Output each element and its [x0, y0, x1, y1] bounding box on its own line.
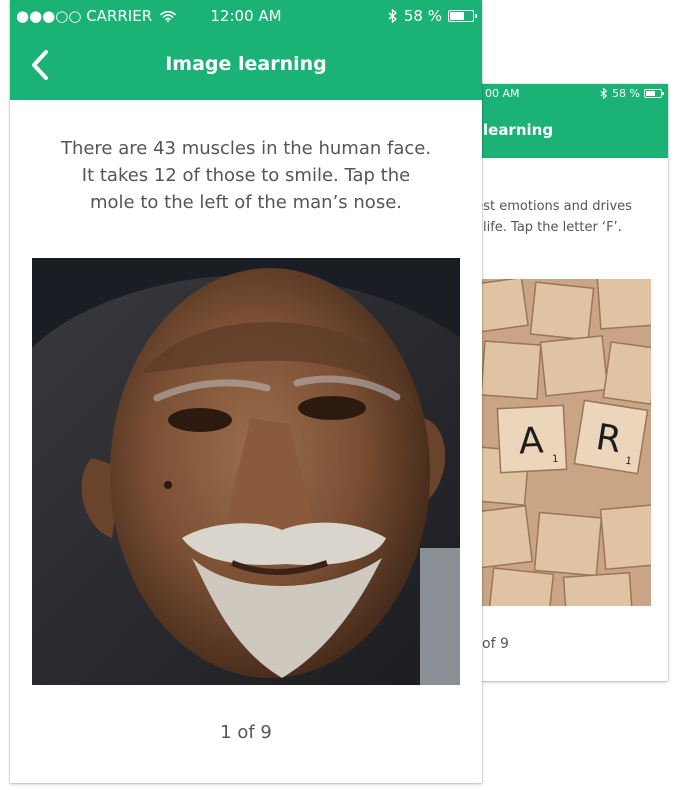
bluetooth-icon	[600, 88, 608, 99]
page-title: learning	[483, 121, 554, 139]
page-counter: of 9	[482, 636, 509, 652]
nav-bar: Image learning	[10, 34, 482, 100]
page-counter: 1 of 9	[220, 722, 272, 743]
bluetooth-icon	[388, 9, 397, 23]
prompt-text: gest emotions and drives in life. Tap th…	[467, 199, 632, 235]
prompt-text: There are 43 muscles in the human face. …	[60, 138, 432, 213]
front-screen: ●●●○○ CARRIER 12:00 AM 58 % Image learni…	[10, 0, 482, 783]
battery-icon	[644, 89, 664, 98]
mole-target[interactable]	[164, 481, 172, 489]
scrabble-tiles-image[interactable]: A 1 R 1	[481, 279, 651, 606]
tile-letter-a: A	[518, 420, 545, 462]
page-title: Image learning	[165, 53, 327, 75]
status-bar: ●●●○○ CARRIER 12:00 AM 58 %	[10, 0, 482, 34]
battery-icon	[448, 10, 477, 22]
battery-text: 58 %	[403, 7, 442, 25]
portrait-image[interactable]	[32, 258, 460, 685]
battery-text: 58 %	[612, 87, 640, 100]
svg-text:1: 1	[552, 454, 559, 465]
status-time: 00 AM	[485, 87, 520, 100]
